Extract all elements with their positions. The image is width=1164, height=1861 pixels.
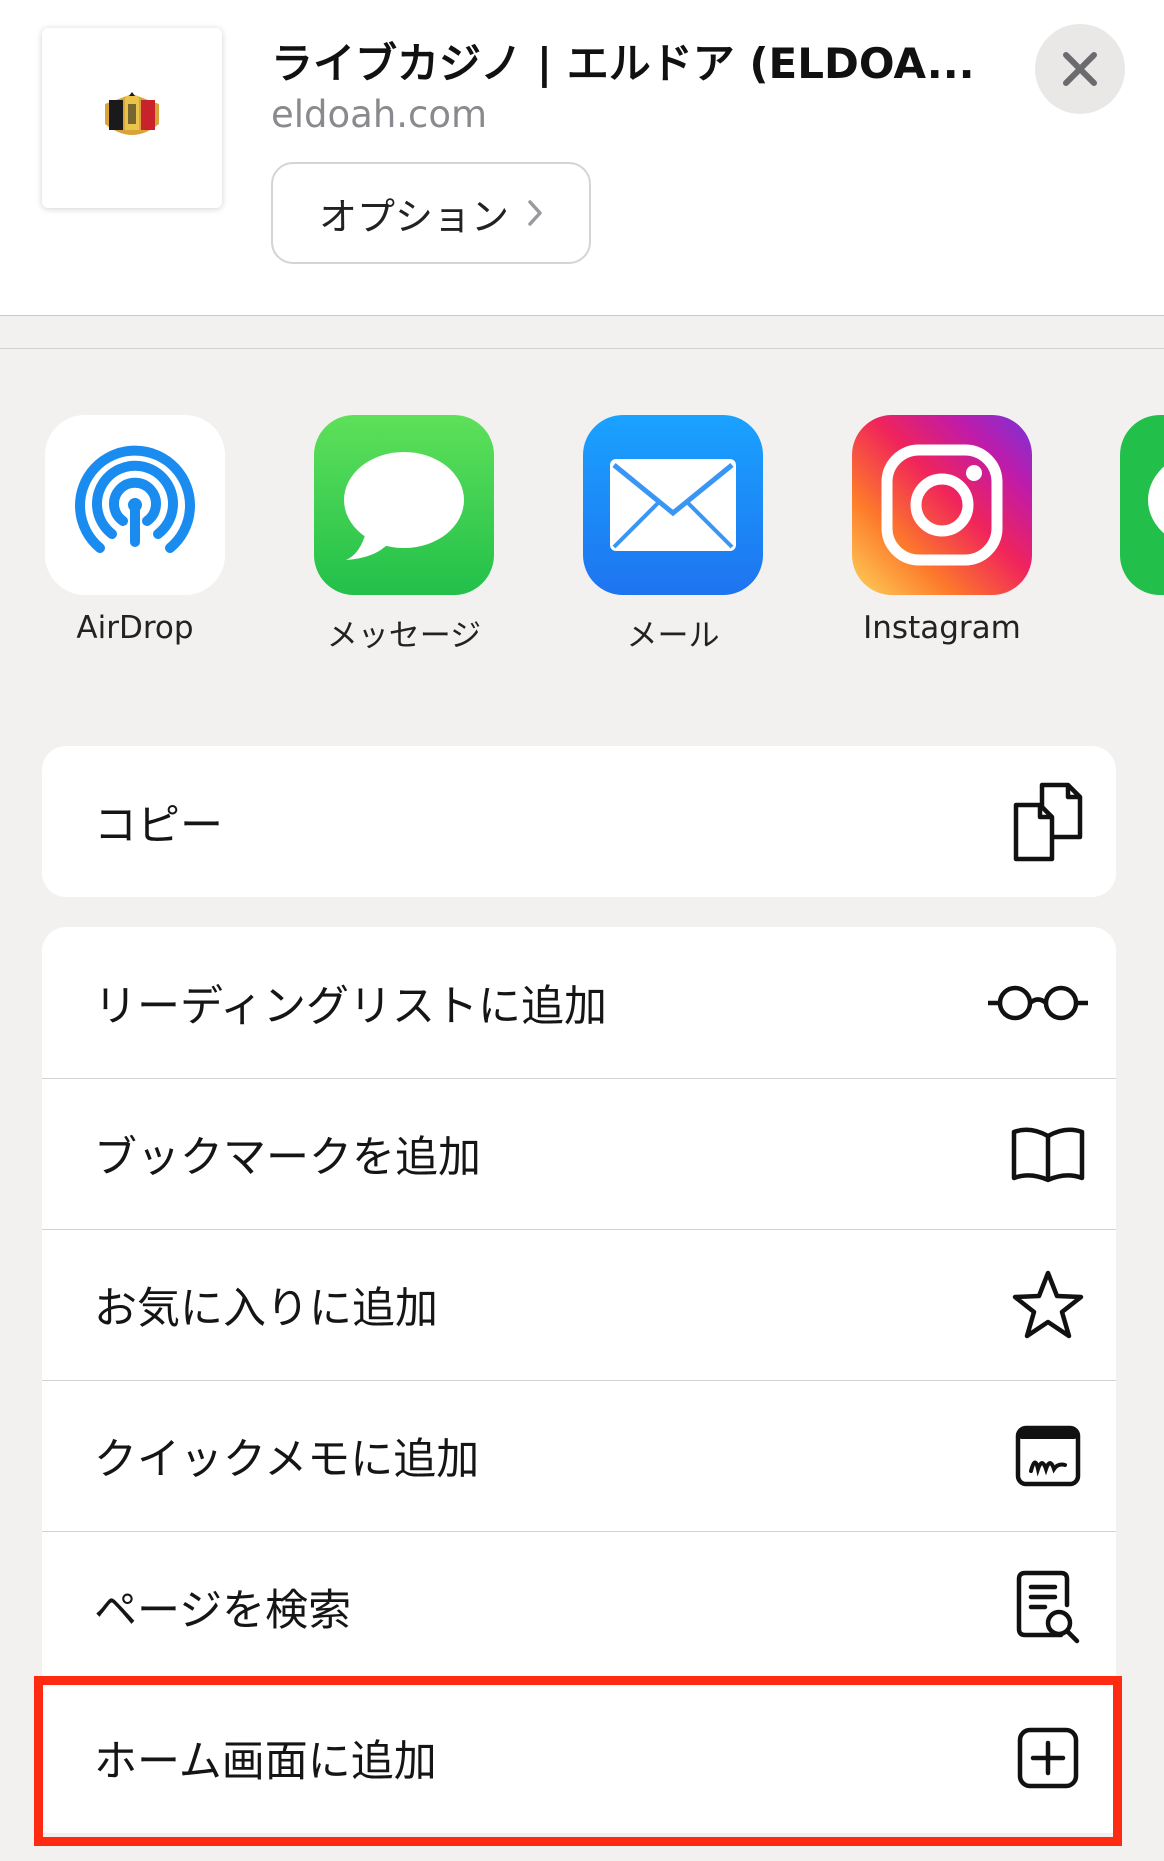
find-page-icon: [1008, 1567, 1088, 1647]
app-label-airdrop: AirDrop: [76, 610, 194, 646]
close-button[interactable]: [1035, 24, 1125, 114]
chevron-right-icon: [527, 199, 543, 227]
close-icon: [1063, 52, 1097, 86]
site-url: eldoah.com: [271, 93, 488, 136]
app-label-instagram: Instagram: [863, 610, 1021, 646]
share-sheet-header: ライブカジノ | エルドア (ELDOA... eldoah.com オプション: [0, 0, 1164, 316]
glasses-icon: [986, 963, 1090, 1043]
favorites-label: お気に入りに追加: [94, 1284, 438, 1334]
options-button[interactable]: オプション: [271, 162, 591, 264]
app-airdrop[interactable]: AirDrop: [45, 415, 225, 646]
app-line[interactable]: [1120, 415, 1164, 595]
reading-list-row[interactable]: リーディングリストに追加: [42, 927, 1116, 1078]
copy-card: コピー: [42, 746, 1116, 897]
find-on-page-row[interactable]: ページを検索: [42, 1531, 1116, 1682]
app-instagram[interactable]: Instagram: [852, 415, 1032, 646]
instagram-icon: [852, 415, 1032, 595]
site-title: ライブカジノ | エルドア (ELDOA...: [271, 39, 971, 88]
options-label: オプション: [318, 194, 509, 239]
copy-icon: [1008, 782, 1088, 862]
line-app-icon: [1120, 415, 1164, 595]
star-icon: [1008, 1265, 1088, 1345]
reading-list-label: リーディングリストに追加: [94, 981, 607, 1032]
add-to-home-row[interactable]: ホーム画面に追加: [42, 1682, 1116, 1833]
bookmark-label: ブックマークを追加: [94, 1133, 481, 1183]
favorites-row[interactable]: お気に入りに追加: [42, 1229, 1116, 1380]
mail-icon: [583, 415, 763, 595]
actions-card: リーディングリストに追加 ブックマークを追加 お気に入りに追加 クイックメモに追…: [42, 927, 1116, 1833]
app-messages[interactable]: メッセージ: [314, 415, 494, 654]
messages-icon: [314, 415, 494, 595]
copy-row[interactable]: コピー: [42, 746, 1116, 897]
add-square-icon: [1008, 1718, 1088, 1798]
app-label-mail: メール: [626, 618, 720, 654]
copy-label: コピー: [94, 800, 223, 851]
quick-note-label: クイックメモに追加: [94, 1435, 480, 1485]
add-to-home-label: ホーム画面に追加: [94, 1737, 437, 1787]
bookmark-row[interactable]: ブックマークを追加: [42, 1078, 1116, 1229]
find-on-page-label: ページを検索: [94, 1586, 352, 1636]
app-mail[interactable]: メール: [583, 415, 763, 654]
airdrop-icon: [45, 415, 225, 595]
section-divider: [0, 348, 1164, 349]
site-logo-icon: [105, 92, 159, 135]
site-thumbnail: [42, 28, 222, 208]
book-icon: [1008, 1114, 1088, 1194]
quick-note-icon: [1008, 1416, 1088, 1496]
app-label-messages: メッセージ: [326, 618, 482, 654]
quick-note-row[interactable]: クイックメモに追加: [42, 1380, 1116, 1531]
